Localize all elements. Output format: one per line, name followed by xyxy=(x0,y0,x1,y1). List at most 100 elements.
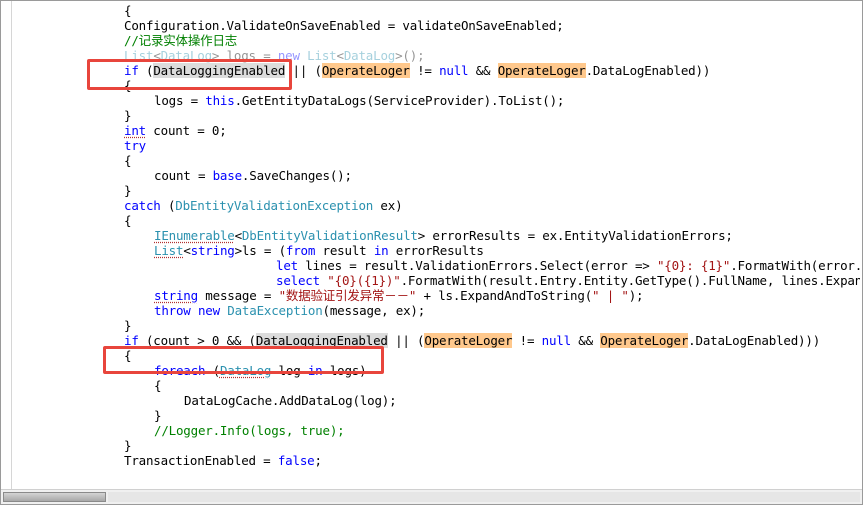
code-token: from xyxy=(285,243,316,258)
code-line[interactable]: DataLogCache.AddDataLog(log); xyxy=(184,393,397,408)
code-token: DataLoggingEnabled xyxy=(153,63,286,78)
code-token: ( xyxy=(205,363,221,378)
code-token: ); xyxy=(628,288,644,303)
code-token: false xyxy=(277,453,315,468)
code-line[interactable]: { xyxy=(124,213,132,228)
code-token: null xyxy=(541,333,572,348)
code-token: logs) xyxy=(322,363,367,378)
editor-indicator-margin xyxy=(1,1,12,489)
code-token: ( xyxy=(138,63,154,78)
code-token: >(); xyxy=(395,48,425,63)
code-token: > logs = xyxy=(211,48,278,63)
code-token: != xyxy=(512,333,542,348)
code-token: this xyxy=(205,93,235,108)
code-token: DataLog xyxy=(219,363,272,378)
code-token: "数据验证引发异常－－" xyxy=(278,288,417,303)
code-token: .DataLogEnabled)) xyxy=(585,63,711,78)
code-line[interactable]: Configuration.ValidateOnSaveEnabled = va… xyxy=(124,18,564,33)
code-token: Configuration.ValidateOnSaveEnabled = va… xyxy=(124,18,564,33)
code-line[interactable]: } xyxy=(124,108,132,123)
code-token: new xyxy=(197,303,220,318)
code-line[interactable]: select "{0}({1})".FormatWith(result.Entr… xyxy=(276,273,862,288)
code-token: } xyxy=(154,408,162,423)
code-line[interactable]: //记录实体操作日志 xyxy=(124,33,237,48)
code-token: null xyxy=(439,63,469,78)
code-token: } xyxy=(124,318,132,333)
code-token: logs = xyxy=(154,93,206,108)
code-line[interactable]: try xyxy=(124,138,146,153)
code-line[interactable]: int count = 0; xyxy=(124,123,227,138)
code-token: string xyxy=(154,288,198,303)
code-text-area[interactable]: {Configuration.ValidateOnSaveEnabled = v… xyxy=(13,1,862,489)
code-line[interactable]: List<DataLog> logs = new List<DataLog>()… xyxy=(124,48,425,63)
editor-right-edge xyxy=(860,1,862,489)
code-token: .FormatWith(result.Entry.Entity.GetType(… xyxy=(400,273,862,288)
code-line[interactable]: TransactionEnabled = false; xyxy=(124,453,322,468)
scrollbar-thumb[interactable] xyxy=(3,492,106,502)
code-token: DataLog xyxy=(343,48,396,63)
code-line[interactable]: IEnumerable<DbEntityValidationResult> er… xyxy=(154,228,733,243)
code-token: { xyxy=(124,213,132,228)
code-token: TransactionEnabled = xyxy=(124,453,278,468)
code-token: new xyxy=(277,48,300,63)
code-token: catch xyxy=(124,198,161,213)
code-line[interactable]: } xyxy=(124,438,132,453)
code-token: if xyxy=(124,333,139,348)
horizontal-scrollbar[interactable] xyxy=(1,489,862,504)
code-line[interactable]: { xyxy=(124,78,132,93)
code-line[interactable]: if (count > 0 && (DataLoggingEnabled || … xyxy=(124,333,820,348)
code-token: + ls.ExpandAndToString( xyxy=(416,288,593,303)
code-line[interactable]: catch (DbEntityValidationException ex) xyxy=(124,198,403,213)
code-token: } xyxy=(124,108,132,123)
code-token: < xyxy=(153,48,161,63)
code-line[interactable]: { xyxy=(124,3,132,18)
code-token: List xyxy=(154,243,184,258)
code-token: > errorResults = ex.EntityValidationErro… xyxy=(417,228,733,243)
code-token: int xyxy=(124,123,146,138)
code-token: != xyxy=(409,63,440,78)
code-token: (count > 0 && ( xyxy=(138,333,256,348)
code-token: ( xyxy=(160,198,176,213)
code-token: in xyxy=(307,363,323,378)
code-token: if xyxy=(124,63,139,78)
code-line[interactable]: { xyxy=(124,348,132,363)
code-token: OperateLoger xyxy=(497,63,586,78)
code-token: < xyxy=(336,48,344,63)
code-token: .SaveChanges(); xyxy=(241,168,352,183)
code-line[interactable]: //Logger.Info(logs, true); xyxy=(154,423,345,438)
code-token: .FormatWith(error.Pro xyxy=(730,258,862,273)
code-token: "{0}: {1}" xyxy=(656,258,731,273)
code-token: //记录实体操作日志 xyxy=(124,33,238,48)
code-token: DataException xyxy=(227,303,323,318)
code-line[interactable]: } xyxy=(124,318,132,333)
code-token: base xyxy=(212,168,243,183)
code-token: < xyxy=(234,228,243,243)
code-token: .GetEntityDataLogs(ServiceProvider).ToLi… xyxy=(234,93,565,108)
code-line[interactable]: { xyxy=(124,153,132,168)
code-line[interactable]: } xyxy=(124,183,132,198)
code-line[interactable]: List<string>ls = (from result in errorRe… xyxy=(154,243,484,258)
code-token: count = 0; xyxy=(145,123,227,138)
code-token: List xyxy=(307,48,337,63)
code-token: errorResults xyxy=(388,243,484,258)
code-line[interactable]: } xyxy=(154,408,162,423)
code-line[interactable]: string message = "数据验证引发异常－－" + ls.Expan… xyxy=(154,288,644,303)
code-token: IEnumerable xyxy=(154,228,235,243)
code-line[interactable]: count = base.SaveChanges(); xyxy=(154,168,352,183)
code-token: OperateLoger xyxy=(321,63,410,78)
code-token: { xyxy=(124,78,132,93)
code-token: { xyxy=(124,348,132,363)
scrollbar-track[interactable] xyxy=(108,492,860,502)
code-line[interactable]: throw new DataException(message, ex); xyxy=(154,303,425,318)
code-line[interactable]: { xyxy=(154,378,162,393)
code-token: || ( xyxy=(387,333,425,348)
code-token: DataLog xyxy=(160,48,212,63)
code-line[interactable]: if (DataLoggingEnabled || (OperateLoger … xyxy=(124,63,710,78)
code-token: } xyxy=(124,438,132,453)
code-line[interactable]: foreach (DataLog log in logs) xyxy=(154,363,367,378)
code-token: DataLogCache.AddDataLog(log); xyxy=(184,393,397,408)
code-line[interactable]: logs = this.GetEntityDataLogs(ServicePro… xyxy=(154,93,564,108)
code-token: { xyxy=(154,378,162,393)
code-line[interactable]: let lines = result.ValidationErrors.Sele… xyxy=(276,258,862,273)
code-token: >ls = ( xyxy=(234,243,286,258)
